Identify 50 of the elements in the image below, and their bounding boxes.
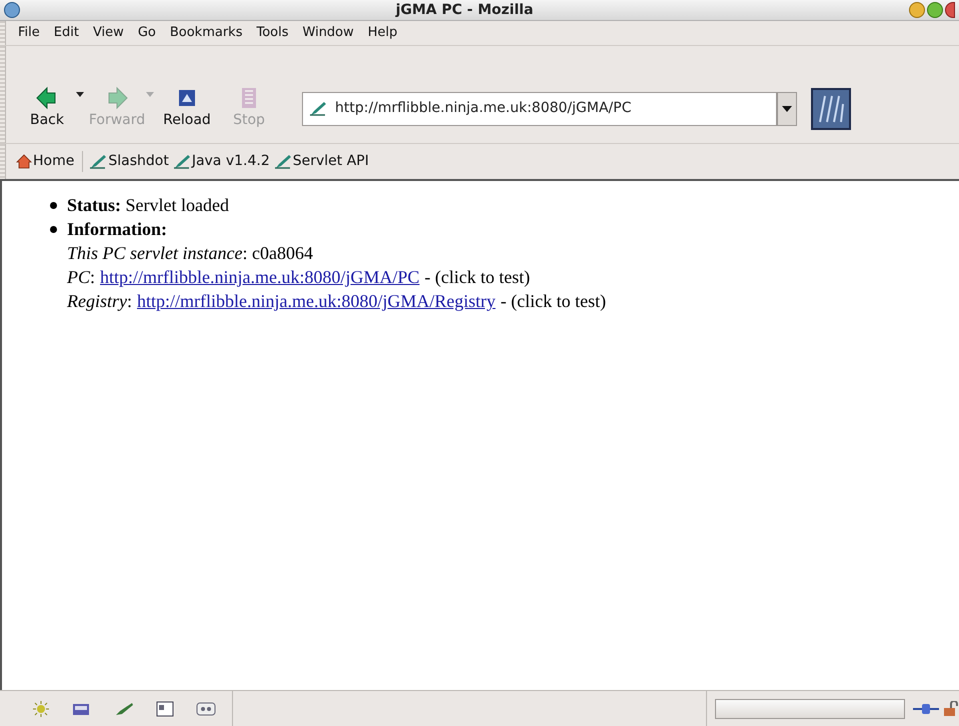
maximize-button[interactable] <box>927 2 943 18</box>
address-field[interactable]: http://mrflibble.ninja.me.uk:8080/jGMA/PC <box>302 92 777 126</box>
menu-item[interactable]: Help <box>368 23 398 43</box>
menu-item[interactable]: Edit <box>54 23 79 43</box>
window-menu-icon[interactable] <box>4 2 20 18</box>
list-item-text: Status: Servlet loaded <box>67 194 229 217</box>
toolbar-grip[interactable] <box>0 144 6 179</box>
menu-item[interactable]: Tools <box>256 23 289 43</box>
close-button[interactable] <box>945 2 955 18</box>
info-label: Registry: <box>67 290 132 313</box>
pen-icon <box>89 154 108 169</box>
menu-item[interactable]: View <box>92 23 124 43</box>
info-label: PC: <box>67 266 96 289</box>
address-dropdown-button[interactable] <box>777 92 797 126</box>
bookmark-button[interactable]: Java v1.4.2 <box>172 151 270 172</box>
toolbar-grip[interactable] <box>0 21 6 45</box>
caret-icon <box>782 106 792 112</box>
menu-item[interactable]: Window <box>302 23 354 43</box>
sun-icon[interactable] <box>32 700 50 718</box>
bullet-icon <box>50 226 57 232</box>
connection-icon <box>913 702 939 716</box>
bookmark-button[interactable]: Home <box>16 151 74 172</box>
logo-icon <box>817 94 845 124</box>
menu-item[interactable]: Go <box>138 23 156 43</box>
url-link[interactable]: http://mrflibble.ninja.me.uk:8080/jGMA/Registry <box>137 289 496 313</box>
back-button[interactable]: Back <box>18 86 84 131</box>
info-label: This PC servlet instance: c0a8064 <box>67 242 313 265</box>
padlock-icon <box>943 700 959 716</box>
pen-icon[interactable] <box>114 700 134 716</box>
list-item-text: Information: <box>67 218 167 241</box>
menu-item[interactable]: Bookmarks <box>170 23 242 43</box>
bullet-icon <box>50 202 57 208</box>
window-title: jGMA PC - Mozilla <box>394 0 534 20</box>
caret-icon <box>146 92 154 97</box>
house-icon <box>16 154 32 169</box>
reload-button[interactable]: Reload <box>158 86 216 131</box>
pen-icon <box>309 101 327 116</box>
bookmark-button[interactable]: Servlet API <box>274 151 369 172</box>
composer-icon[interactable] <box>196 702 216 716</box>
info-text: - (click to test) <box>500 290 606 313</box>
minimize-button[interactable] <box>909 2 925 18</box>
info-text: - (click to test) <box>424 266 530 289</box>
caret-icon <box>76 92 84 97</box>
toolbar-grip[interactable] <box>0 46 6 143</box>
menu-item[interactable]: File <box>18 23 40 43</box>
pen-icon <box>172 154 191 169</box>
pen-icon <box>274 154 292 169</box>
address-book-icon[interactable] <box>156 700 174 716</box>
bookmark-button[interactable]: Slashdot <box>89 151 169 172</box>
url-link[interactable]: http://mrflibble.ninja.me.uk:8080/jGMA/PC <box>100 265 420 289</box>
